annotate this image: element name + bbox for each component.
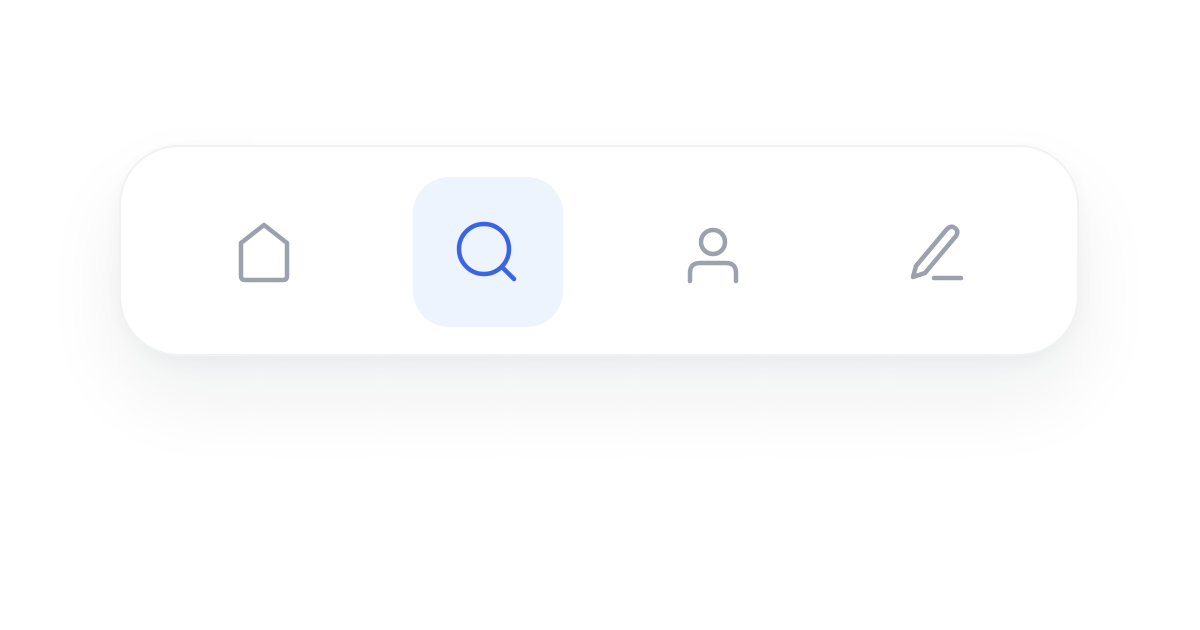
nav-item-search[interactable] — [413, 177, 563, 327]
home-icon — [238, 222, 290, 283]
user-icon — [687, 227, 739, 284]
bottom-navigation-bar — [119, 145, 1079, 356]
nav-item-profile[interactable] — [638, 177, 788, 327]
pencil-icon — [910, 224, 964, 281]
screen — [0, 0, 1200, 630]
nav-item-edit[interactable] — [863, 177, 1013, 327]
nav-item-home[interactable] — [189, 177, 339, 327]
search-icon — [456, 221, 517, 282]
